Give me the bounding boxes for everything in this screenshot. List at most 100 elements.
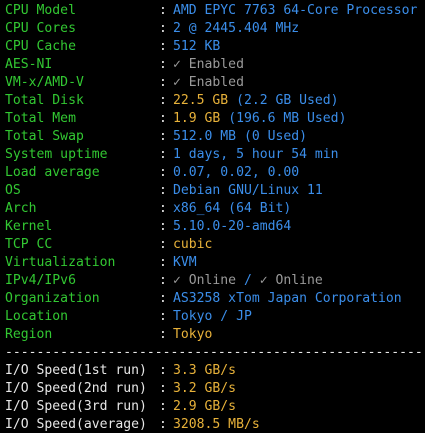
row-separator: :: [159, 93, 167, 108]
row-label: VM-x/AMD-V: [5, 75, 84, 90]
row-label: Load average: [5, 165, 100, 180]
row-separator: :: [159, 165, 167, 180]
row-value: x86_64 (64 Bit): [173, 201, 292, 216]
row-separator: :: [159, 147, 167, 162]
info-row-vmx-amdv: VM-x/AMD-V : ✓ Enabled: [0, 74, 425, 92]
row-label: I/O Speed(3rd run): [5, 399, 147, 414]
row-value: 512.0 MB (0 Used): [173, 129, 308, 144]
row-label: TCP CC: [5, 237, 53, 252]
info-row-cpu-model: CPU Model : AMD EPYC 7763 64-Core Proces…: [0, 2, 425, 20]
row-label: Virtualization: [5, 255, 116, 270]
row-value: AS3258 xTom Japan Corporation: [173, 291, 402, 306]
row-value: 3.2 GB/s: [173, 381, 237, 396]
info-row-uptime: System uptime : 1 days, 5 hour 54 min: [0, 146, 425, 164]
row-label: CPU Cache: [5, 39, 76, 54]
row-value: 2.9 GB/s: [173, 399, 237, 414]
info-row-organization: Organization : AS3258 xTom Japan Corpora…: [0, 290, 425, 308]
row-value: Tokyo: [173, 327, 213, 342]
info-row-kernel: Kernel : 5.10.0-20-amd64: [0, 218, 425, 236]
row-separator: :: [159, 39, 167, 54]
divider-line: ----------------------------------------…: [5, 345, 425, 360]
info-row-total-disk: Total Disk : 22.5 GB (2.2 GB Used): [0, 92, 425, 110]
row-label: System uptime: [5, 147, 108, 162]
row-separator: :: [159, 3, 167, 18]
row-separator: :: [159, 111, 167, 126]
ip-slash: /: [236, 273, 260, 288]
row-label: Region: [5, 327, 53, 342]
info-row-location: Location : Tokyo / JP: [0, 308, 425, 326]
row-value: ✓ Enabled: [173, 57, 244, 72]
row-label: OS: [5, 183, 21, 198]
io-row-2nd-run: I/O Speed(2nd run) : 3.2 GB/s: [0, 380, 425, 398]
row-separator: :: [159, 21, 167, 36]
row-value: ✓ Online / ✓ Online: [173, 272, 323, 290]
row-separator: :: [159, 309, 167, 324]
row-value: 3.3 GB/s: [173, 363, 237, 378]
io-row-1st-run: I/O Speed(1st run) : 3.3 GB/s: [0, 362, 425, 380]
row-separator: :: [159, 129, 167, 144]
row-separator: :: [159, 417, 167, 432]
row-separator: :: [159, 381, 167, 396]
info-row-virtualization: Virtualization : KVM: [0, 254, 425, 272]
info-row-total-mem: Total Mem : 1.9 GB (196.6 MB Used): [0, 110, 425, 128]
row-label: Total Disk: [5, 93, 84, 108]
row-value: 1 days, 5 hour 54 min: [173, 147, 339, 162]
info-row-arch: Arch : x86_64 (64 Bit): [0, 200, 425, 218]
row-label: IPv4/IPv6: [5, 273, 76, 288]
row-separator: :: [159, 183, 167, 198]
info-row-load-average: Load average : 0.07, 0.02, 0.00: [0, 164, 425, 182]
row-label: CPU Cores: [5, 21, 76, 36]
info-row-cpu-cores: CPU Cores : 2 @ 2445.404 MHz: [0, 20, 425, 38]
row-separator: :: [159, 219, 167, 234]
row-value: AMD EPYC 7763 64-Core Processor: [173, 3, 418, 18]
row-label: Total Swap: [5, 129, 84, 144]
row-label: I/O Speed(2nd run): [5, 381, 147, 396]
row-value: 3208.5 MB/s: [173, 417, 260, 432]
row-label: I/O Speed(1st run): [5, 363, 147, 378]
info-row-tcp-cc: TCP CC : cubic: [0, 236, 425, 254]
io-row-3rd-run: I/O Speed(3rd run) : 2.9 GB/s: [0, 398, 425, 416]
row-separator: :: [159, 399, 167, 414]
ipv4-status: ✓ Online: [173, 273, 237, 288]
disk-used: (2.2 GB Used): [236, 93, 339, 108]
row-label: CPU Model: [5, 3, 76, 18]
info-row-os: OS : Debian GNU/Linux 11: [0, 182, 425, 200]
row-value: cubic: [173, 237, 213, 252]
info-row-region: Region : Tokyo: [0, 326, 425, 344]
row-separator: :: [159, 57, 167, 72]
row-label: Organization: [5, 291, 100, 306]
row-value: Tokyo / JP: [173, 309, 252, 324]
row-separator: :: [159, 291, 167, 306]
row-value: 1.9 GB (196.6 MB Used): [173, 110, 346, 128]
disk-total: 22.5 GB: [173, 93, 229, 108]
ipv6-status: ✓ Online: [259, 273, 323, 288]
row-value: 0.07, 0.02, 0.00: [173, 165, 300, 180]
row-value: 2 @ 2445.404 MHz: [173, 21, 300, 36]
info-row-total-swap: Total Swap : 512.0 MB (0 Used): [0, 128, 425, 146]
row-value: Debian GNU/Linux 11: [173, 183, 323, 198]
row-label: I/O Speed(average): [5, 417, 147, 432]
mem-used: (196.6 MB Used): [228, 111, 347, 126]
row-separator: :: [159, 327, 167, 342]
row-separator: :: [159, 201, 167, 216]
row-separator: :: [159, 237, 167, 252]
row-value: ✓ Enabled: [173, 75, 244, 90]
row-label: AES-NI: [5, 57, 53, 72]
terminal-output: CPU Model : AMD EPYC 7763 64-Core Proces…: [0, 0, 425, 433]
row-label: Kernel: [5, 219, 53, 234]
row-value: 5.10.0-20-amd64: [173, 219, 292, 234]
io-row-average: I/O Speed(average) : 3208.5 MB/s: [0, 416, 425, 433]
section-divider: ----------------------------------------…: [0, 344, 425, 362]
info-row-ipv4-ipv6: IPv4/IPv6 : ✓ Online / ✓ Online: [0, 272, 425, 290]
row-separator: :: [159, 273, 167, 288]
row-separator: :: [159, 255, 167, 270]
info-row-aes-ni: AES-NI : ✓ Enabled: [0, 56, 425, 74]
row-value: KVM: [173, 255, 197, 270]
row-label: Location: [5, 309, 69, 324]
row-label: Total Mem: [5, 111, 76, 126]
row-separator: :: [159, 363, 167, 378]
row-value: 22.5 GB (2.2 GB Used): [173, 92, 339, 110]
row-label: Arch: [5, 201, 37, 216]
row-separator: :: [159, 75, 167, 90]
mem-total: 1.9 GB: [173, 111, 221, 126]
